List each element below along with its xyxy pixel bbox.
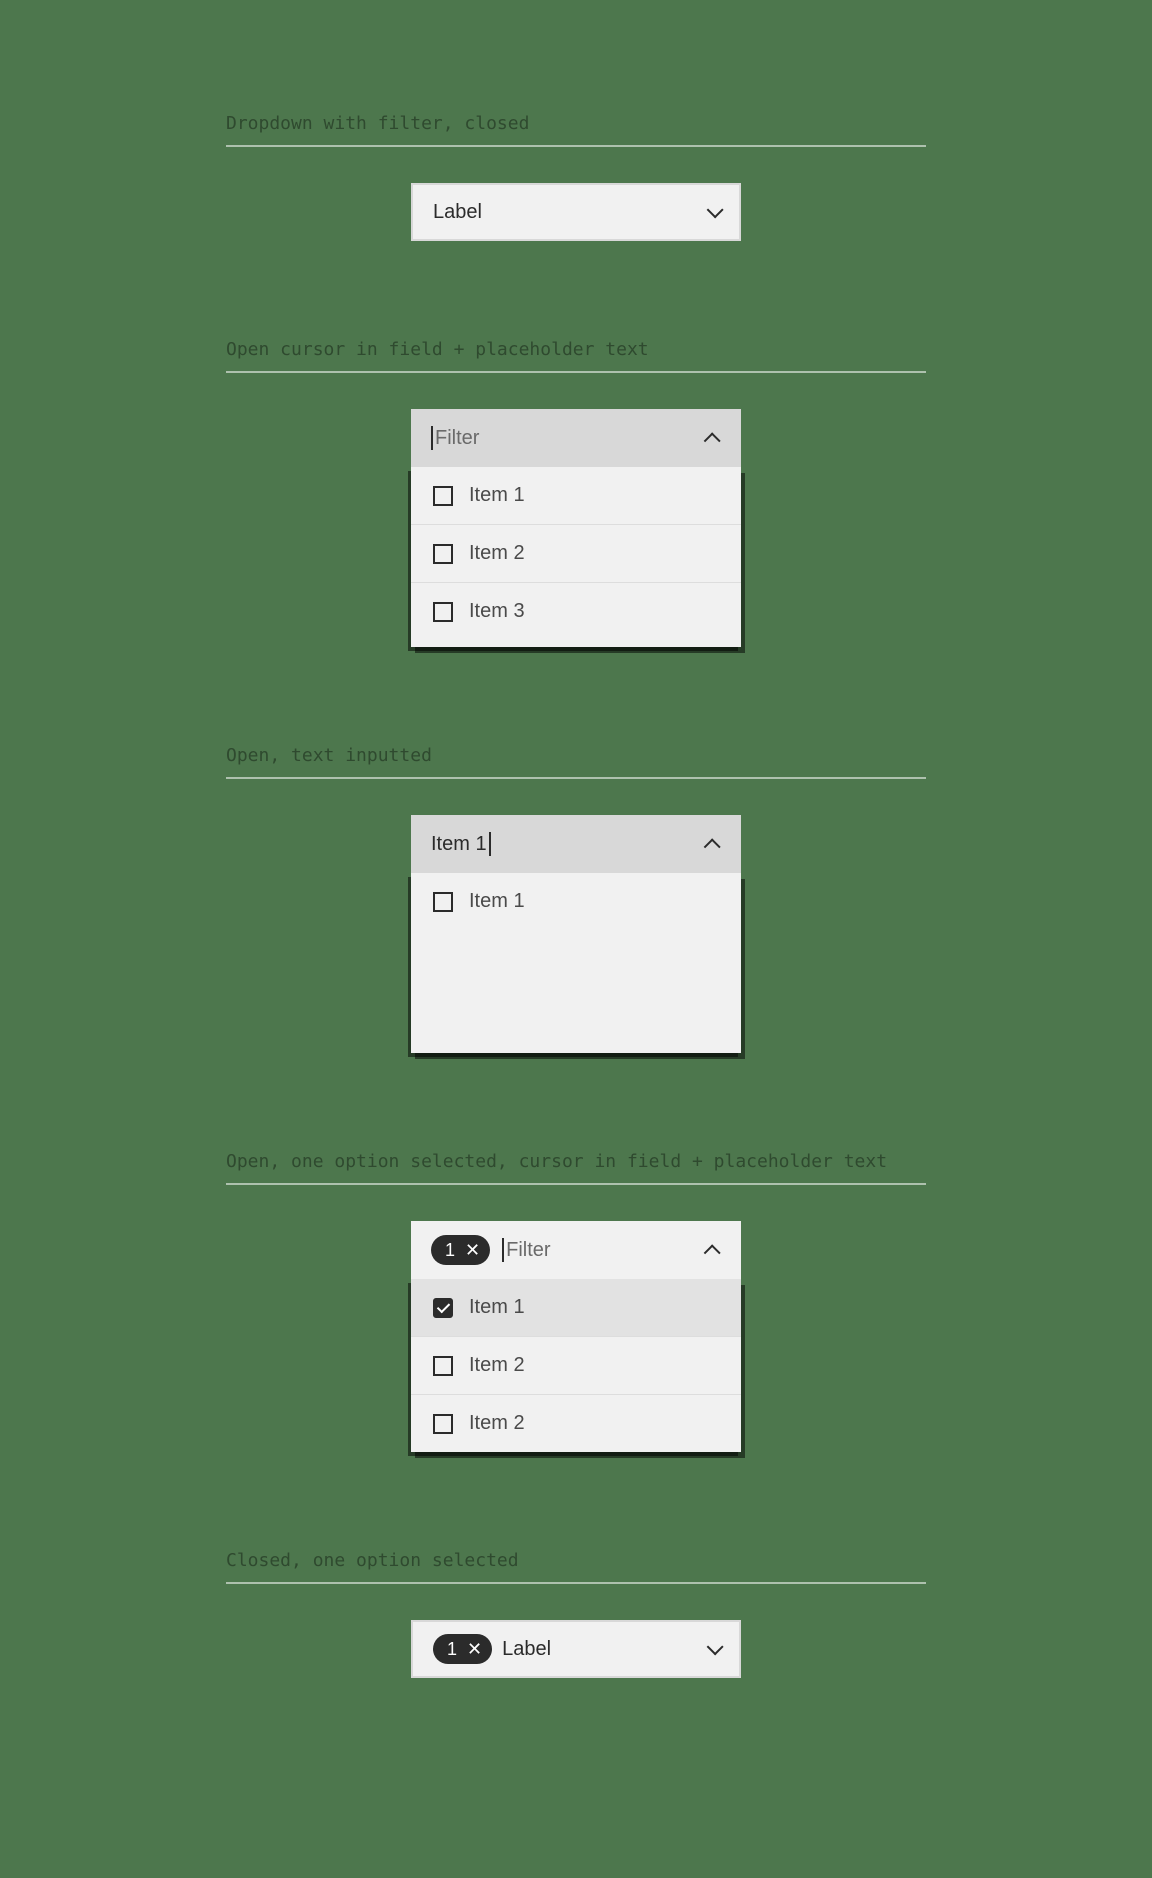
dropdown-option[interactable]: Item 1: [411, 467, 741, 525]
dropdown-menu: Item 1 Item 2 Item 3: [411, 467, 741, 647]
dropdown-option[interactable]: Item 2: [411, 525, 741, 583]
selection-count: 1: [445, 1241, 455, 1259]
text-cursor: [502, 1238, 504, 1262]
checkbox-icon[interactable]: [433, 1356, 453, 1376]
section-open-selected: Open, one option selected, cursor in fie…: [226, 1148, 926, 1452]
chevron-down-icon: [707, 206, 719, 218]
dropdown-option[interactable]: Item 3: [411, 583, 741, 640]
checkbox-icon[interactable]: [433, 544, 453, 564]
dropdown-option[interactable]: Item 1: [411, 1279, 741, 1337]
section-open-typed: Open, text inputted Item 1 Item 1: [226, 742, 926, 1053]
selection-count: 1: [447, 1640, 457, 1658]
option-label: Item 2: [469, 1354, 525, 1377]
dropdown-label: Label: [433, 201, 697, 224]
section-closed-selected: Closed, one option selected 1 ✕ Label: [226, 1547, 926, 1678]
option-label: Item 1: [469, 890, 525, 913]
selection-count-pill: 1 ✕: [431, 1235, 490, 1265]
section-title: Open, text inputted: [226, 742, 926, 769]
checkbox-icon[interactable]: [433, 486, 453, 506]
clear-selection-icon[interactable]: ✕: [467, 1640, 482, 1658]
section-open-placeholder: Open cursor in field + placeholder text …: [226, 336, 926, 647]
chevron-down-icon: [707, 1643, 719, 1655]
dropdown-filter-field[interactable]: Item 1: [411, 815, 741, 873]
divider: [226, 1582, 926, 1584]
section-title: Dropdown with filter, closed: [226, 110, 926, 137]
option-label: Item 1: [469, 484, 525, 507]
divider: [226, 145, 926, 147]
dropdown-option[interactable]: Item 1: [411, 873, 741, 930]
dropdown-open-selected[interactable]: 1 ✕ Filter Item 1 Item 2: [411, 1221, 741, 1452]
dropdown-open-typed[interactable]: Item 1 Item 1: [411, 815, 741, 1053]
section-title: Open, one option selected, cursor in fie…: [226, 1148, 926, 1175]
divider: [226, 1183, 926, 1185]
checkbox-checked-icon[interactable]: [433, 1298, 453, 1318]
filter-input: Filter: [431, 426, 699, 450]
option-label: Item 3: [469, 600, 525, 623]
text-cursor: [489, 832, 491, 856]
checkbox-icon[interactable]: [433, 1414, 453, 1434]
dropdown-open[interactable]: Filter Item 1 Item 2 Item 3: [411, 409, 741, 647]
option-label: Item 2: [469, 1412, 525, 1435]
filter-input: Item 1: [431, 832, 699, 856]
section-closed: Dropdown with filter, closed Label: [226, 110, 926, 241]
checkbox-icon[interactable]: [433, 602, 453, 622]
dropdown-menu: Item 1: [411, 873, 741, 1053]
chevron-up-icon: [709, 1244, 721, 1256]
dropdown-filter-field[interactable]: Filter: [411, 409, 741, 467]
clear-selection-icon[interactable]: ✕: [465, 1241, 480, 1259]
section-title: Open cursor in field + placeholder text: [226, 336, 926, 363]
option-label: Item 2: [469, 542, 525, 565]
dropdown-filter-field[interactable]: 1 ✕ Filter: [411, 1221, 741, 1279]
dropdown-label: Label: [502, 1638, 697, 1661]
dropdown-closed[interactable]: Label: [411, 183, 741, 241]
divider: [226, 371, 926, 373]
checkbox-icon[interactable]: [433, 892, 453, 912]
divider: [226, 777, 926, 779]
dropdown-option[interactable]: Item 2: [411, 1337, 741, 1395]
section-title: Closed, one option selected: [226, 1547, 926, 1574]
dropdown-closed-selected[interactable]: 1 ✕ Label: [411, 1620, 741, 1678]
option-label: Item 1: [469, 1296, 525, 1319]
dropdown-option[interactable]: Item 2: [411, 1395, 741, 1452]
text-cursor: [431, 426, 433, 450]
chevron-up-icon: [709, 432, 721, 444]
chevron-up-icon: [709, 838, 721, 850]
filter-input: Filter: [502, 1238, 697, 1262]
dropdown-menu: Item 1 Item 2 Item 2: [411, 1279, 741, 1452]
selection-count-pill: 1 ✕: [433, 1634, 492, 1664]
